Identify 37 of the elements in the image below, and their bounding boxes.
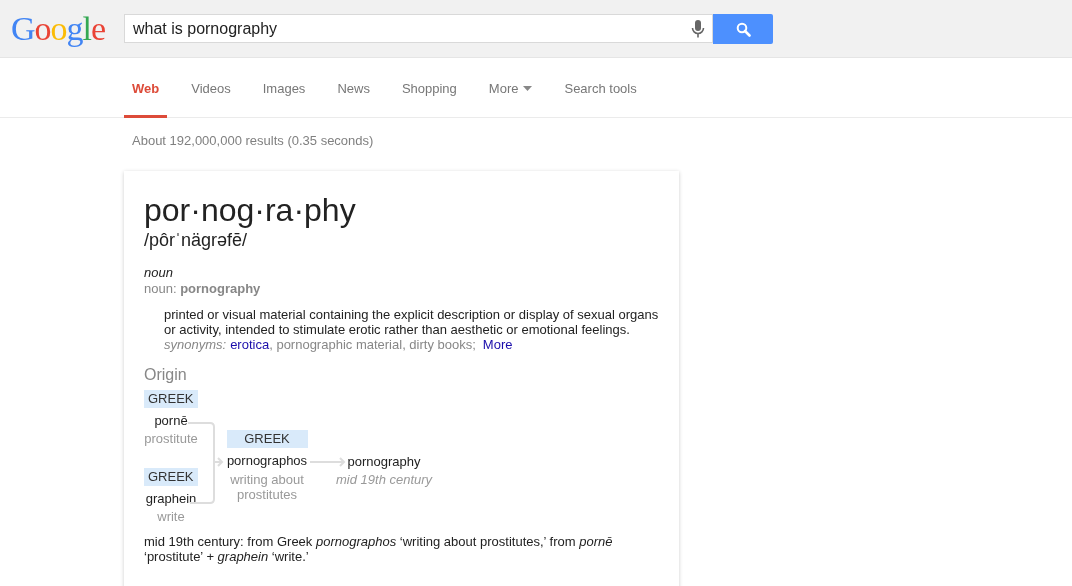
pronunciation: /pôrˈnägrəfē/ — [144, 229, 249, 251]
root-word: pornē — [154, 414, 188, 428]
microphone-icon[interactable] — [691, 19, 705, 39]
root-word: pornographos — [226, 454, 308, 468]
more-link[interactable]: More — [482, 337, 513, 352]
definition-text: printed or visual material containing the explicit description or display of sexual organs or activity, intended to stimulate erotic rather than aesthetic or emotional feelings. — [164, 307, 660, 337]
search-tab[interactable]: Search tools — [556, 58, 645, 118]
search-tab[interactable]: News — [329, 58, 378, 118]
headword: por·nog·ra·phy — [144, 191, 357, 229]
result-stats: About 192,000,000 results (0.35 seconds) — [132, 133, 375, 148]
origin-note: mid 19th century: from Greek pornographos ‘writing about prostitutes,’ from pornē ‘prostitute’ + graphein ‘write.’ — [144, 534, 614, 564]
language-tag: GREEK — [144, 390, 198, 408]
part-of-speech: noun — [144, 265, 174, 280]
synonyms-label: synonyms: — [164, 337, 227, 352]
logo[interactable]: Google — [11, 11, 124, 47]
search-tab[interactable]: Images — [254, 58, 314, 118]
root-gloss: write — [157, 510, 185, 524]
origin-heading: Origin — [144, 366, 188, 384]
date-label: mid 19th century — [336, 473, 433, 487]
form-word: pornography — [180, 281, 261, 296]
arrow — [310, 457, 346, 467]
result-word: pornography — [347, 455, 421, 469]
search-icon — [735, 21, 751, 37]
root-gloss: writing about prostitutes — [229, 472, 305, 502]
search-tab[interactable]: Shopping — [393, 58, 465, 118]
synonyms-text: , pornographic material, dirty books; — [269, 337, 476, 352]
form-label: noun: — [144, 281, 177, 296]
search-tab[interactable]: Videos — [183, 58, 239, 118]
search-button[interactable] — [713, 14, 773, 44]
language-tag: GREEK — [144, 468, 198, 486]
search-field[interactable]: what is pornography — [124, 14, 713, 43]
root-gloss: prostitute — [144, 432, 198, 446]
search-tab[interactable]: Web — [124, 58, 168, 118]
search-tab[interactable]: More — [480, 58, 541, 118]
root-word: graphein — [145, 492, 197, 506]
caret-icon — [523, 85, 533, 91]
language-tag: GREEK — [226, 430, 308, 448]
